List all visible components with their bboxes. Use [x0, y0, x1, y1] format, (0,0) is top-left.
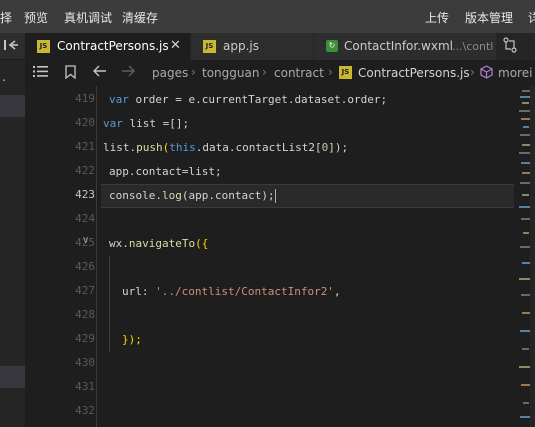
list-icon[interactable] — [33, 65, 48, 82]
breadcrumb: pages › tongguan › contract › JS Contrac… — [25, 60, 535, 86]
tab-path: ...\contl — [452, 40, 494, 53]
breadcrumb-item-tongguan[interactable]: tongguan — [202, 66, 259, 80]
breadcrumb-item-symbol[interactable]: morei — [498, 66, 532, 80]
line-number: 432 — [75, 404, 95, 417]
close-tab-icon[interactable]: ✕ — [170, 38, 181, 53]
js-file-icon: JS — [37, 40, 50, 53]
menu-item-select[interactable]: 择 — [0, 9, 12, 26]
chevron-right-icon: › — [328, 65, 333, 79]
gutter-line: 421 — [25, 136, 97, 160]
gutter-line: 429 — [25, 328, 97, 352]
sidebar-selected-item[interactable] — [0, 366, 25, 388]
line-number: 427 — [75, 284, 95, 297]
forward-arrow-icon[interactable] — [121, 65, 135, 81]
tab-contractpersons-js[interactable]: JS ContractPersons.js ✕ — [25, 33, 191, 60]
line-number: 420 — [75, 116, 95, 129]
line-number: 422 — [75, 164, 95, 177]
vertical-scrollbar[interactable] — [530, 86, 535, 427]
collapse-sidebar-icon[interactable] — [3, 38, 19, 56]
bookmark-icon[interactable] — [65, 65, 76, 83]
tab-label: app.js — [223, 39, 259, 53]
tab-label: ContractPersons.js — [57, 39, 169, 53]
gutter-line: 430 — [25, 352, 97, 376]
menu-item-upload[interactable]: 上传 — [425, 9, 449, 26]
gutter-line: 420 — [25, 112, 97, 136]
gutter-line: 426 — [25, 256, 97, 280]
chevron-right-icon: › — [191, 65, 196, 79]
menu-item-preview[interactable]: 预览 — [24, 9, 48, 26]
menu-item-details[interactable]: 详 — [528, 9, 535, 26]
menu-item-clear-cache[interactable]: 清缓存 — [122, 9, 158, 26]
code-editor[interactable]: 419 420 421 422 423 424 425 ∨ 426 427 428… — [25, 86, 516, 427]
indent-guide — [96, 86, 97, 427]
js-file-icon: JS — [203, 40, 216, 53]
line-number: 423 — [75, 188, 95, 201]
menu-item-version-management[interactable]: 版本管理 — [465, 9, 513, 26]
tab-label: ContactInfor.wxml — [344, 39, 453, 53]
indent-guide — [109, 256, 110, 352]
fold-chevron-icon[interactable]: ∨ — [82, 235, 89, 246]
line-number: 431 — [75, 380, 95, 393]
back-arrow-icon[interactable] — [93, 65, 107, 81]
sidebar: . — [0, 33, 25, 427]
code-line: }); — [122, 333, 142, 346]
gutter-line: 425 ∨ — [25, 232, 97, 256]
code-line-active: console.log(app.contact); — [109, 189, 276, 203]
line-number: 428 — [75, 308, 95, 321]
text-cursor — [274, 189, 276, 203]
menu-bar: 择 预览 真机调试 清缓存 上传 版本管理 详 — [0, 0, 535, 33]
sidebar-item-text: . — [2, 70, 6, 84]
gutter-line: 424 — [25, 208, 97, 232]
sidebar-selected-item[interactable] — [0, 95, 25, 117]
gutter-line-active: 423 — [25, 184, 97, 208]
line-number: 421 — [75, 140, 95, 153]
breadcrumb-item-file[interactable]: ContractPersons.js — [358, 66, 470, 80]
line-number: 430 — [75, 356, 95, 369]
line-number: 429 — [75, 332, 95, 345]
chevron-right-icon: › — [470, 65, 475, 79]
line-number: 419 — [75, 92, 95, 105]
gutter-line: 428 — [25, 304, 97, 328]
code-line: app.contact=list; — [109, 165, 222, 178]
wxml-file-icon: ↻ — [326, 40, 338, 52]
menu-item-remote-debug[interactable]: 真机调试 — [64, 9, 112, 26]
gutter-line: 431 — [25, 376, 97, 400]
editor-tab-bar: JS ContractPersons.js ✕ JS app.js ↻ Cont… — [25, 33, 535, 60]
code-line: list.push(this.data.contactList2[0]); — [103, 141, 349, 154]
line-number: 426 — [75, 260, 95, 273]
gutter-line: 419 — [25, 88, 97, 112]
tab-contactinfor-wxml[interactable]: ↻ ContactInfor.wxml ...\contl — [314, 33, 497, 60]
breadcrumb-item-pages[interactable]: pages — [152, 66, 188, 80]
line-number: 424 — [75, 212, 95, 225]
gutter-line: 422 — [25, 160, 97, 184]
gutter-line: 432 — [25, 400, 97, 424]
chevron-right-icon: › — [262, 65, 267, 79]
gutter-line: 427 — [25, 280, 97, 304]
code-line: url: '../contlist/ContactInfor2', — [122, 285, 341, 298]
tab-app-js[interactable]: JS app.js — [191, 33, 314, 60]
js-file-icon: JS — [339, 66, 352, 79]
method-cube-icon — [480, 65, 493, 83]
compare-changes-icon[interactable] — [503, 37, 517, 57]
code-line: wx.navigateTo({ — [109, 237, 209, 250]
code-line: var order = e.currentTarget.dataset.orde… — [109, 93, 388, 106]
breadcrumb-item-contract[interactable]: contract — [274, 66, 324, 80]
code-line: var list =[]; — [103, 117, 190, 130]
sidebar-header — [0, 33, 25, 60]
